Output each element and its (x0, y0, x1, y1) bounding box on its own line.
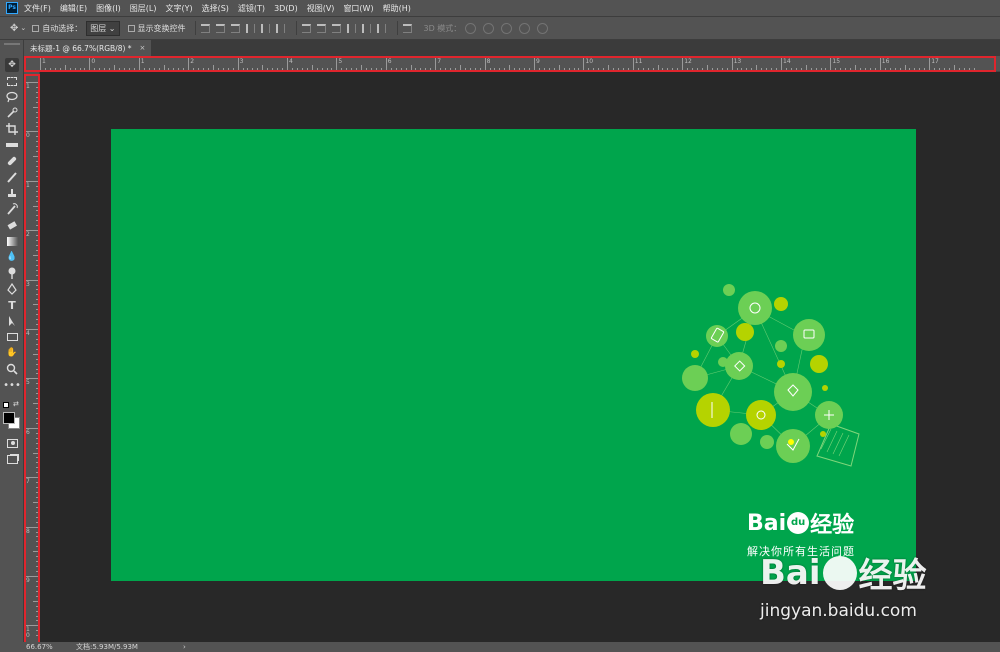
brush-icon[interactable] (5, 170, 19, 184)
default-colors-icon[interactable] (3, 402, 9, 408)
menu-3d[interactable]: 3D(D) (274, 4, 298, 13)
tools-panel: ✥ 💧 T ✋ ••• ⇄ (0, 40, 24, 642)
auto-select-dropdown[interactable]: 图层 ⌄ (86, 20, 120, 36)
logo-brand-jingyan: 经验 (810, 513, 855, 538)
divider (295, 21, 297, 35)
panel-grip[interactable] (4, 43, 20, 45)
mode-3d-label: 3D 模式： (423, 23, 462, 33)
zoom-icon[interactable] (5, 362, 19, 376)
divider (194, 21, 196, 35)
align-vcenter-icon[interactable] (215, 23, 225, 33)
auto-select-checkbox[interactable] (32, 24, 40, 32)
document-size-info: 文档:5.93M/5.93M (76, 643, 138, 651)
menu-view[interactable]: 视图(V) (307, 3, 335, 14)
move-icon[interactable]: ✥ (5, 58, 19, 72)
auto-select-label: 自动选择： (42, 23, 83, 33)
slide-3d-icon[interactable] (519, 22, 531, 34)
align-bottom-icon[interactable] (230, 23, 240, 33)
menu-image[interactable]: 图像(I) (96, 3, 121, 14)
distribute-left-icon[interactable] (346, 23, 356, 33)
drag-3d-icon[interactable] (501, 22, 513, 34)
healing-icon[interactable] (5, 154, 19, 168)
watermark-url: jingyan.baidu.com (760, 601, 917, 621)
more-icon[interactable]: ••• (3, 378, 21, 392)
chevron-right-icon[interactable]: › (183, 643, 186, 651)
ruler-icon[interactable] (5, 138, 19, 152)
close-icon[interactable]: × (140, 44, 146, 52)
scale-3d-icon[interactable] (537, 22, 549, 34)
gradient-icon[interactable] (5, 234, 19, 248)
distribute-hcenter-icon[interactable] (361, 23, 371, 33)
menu-window[interactable]: 窗口(W) (343, 3, 373, 14)
menu-filter[interactable]: 滤镜(T) (238, 3, 265, 14)
document-tab-title: 未标题-1 @ 66.7%(RGB/8) * (30, 43, 132, 53)
options-bar: ✥ ⌄ 自动选择： 图层 ⌄ 显示变换控件 3D 模式： (0, 16, 1000, 40)
chevron-down-icon[interactable]: ⌄ (20, 24, 26, 32)
stamp-icon[interactable] (5, 186, 19, 200)
lasso-icon[interactable] (5, 90, 19, 104)
swap-colors-icon[interactable]: ⇄ (13, 400, 19, 408)
type-icon[interactable]: T (5, 298, 19, 312)
move-tool-icon[interactable]: ✥ (10, 23, 18, 34)
screen-mode-icon[interactable] (5, 452, 19, 466)
eraser-icon[interactable] (5, 218, 19, 232)
rectangle-icon[interactable] (5, 330, 19, 344)
pen-icon[interactable] (5, 282, 19, 296)
divider (396, 21, 398, 35)
document-tab-bar: 未标题-1 @ 66.7%(RGB/8) * × (24, 40, 1000, 56)
paw-icon (822, 555, 857, 590)
paw-icon: du (787, 512, 810, 534)
menu-bar: Ps 文件(F) 编辑(E) 图像(I) 图层(L) 文字(Y) 选择(S) 滤… (0, 0, 1000, 16)
crop-icon[interactable] (5, 122, 19, 136)
align-right-icon[interactable] (275, 23, 285, 33)
document-canvas[interactable]: Bai du 经验 解决你所有生活问题 (111, 129, 916, 581)
lightbulb-network-illustration (682, 284, 860, 467)
ruler-highlight-box (24, 74, 40, 644)
menu-file[interactable]: 文件(F) (24, 3, 51, 14)
rotate-3d-icon[interactable] (465, 22, 477, 34)
distribute-bottom-icon[interactable] (331, 23, 341, 33)
blur-icon[interactable]: 💧 (5, 250, 19, 264)
zoom-level[interactable]: 66.67% (0, 643, 53, 651)
menu-help[interactable]: 帮助(H) (383, 3, 411, 14)
menu-select[interactable]: 选择(S) (202, 3, 229, 14)
ruler-highlight-box (24, 56, 996, 72)
distribute-vcenter-icon[interactable] (316, 23, 326, 33)
history-brush-icon[interactable] (5, 202, 19, 216)
path-select-icon[interactable] (5, 314, 19, 328)
watermark-brand-jingyan: 经验 (858, 556, 927, 596)
menu-layer[interactable]: 图层(L) (130, 3, 157, 14)
quick-mask-icon[interactable] (5, 436, 19, 450)
watermark-brand-bai: Bai (760, 552, 821, 593)
distribute-top-icon[interactable] (301, 23, 311, 33)
dodge-icon[interactable] (5, 266, 19, 280)
align-hcenter-icon[interactable] (260, 23, 270, 33)
show-transform-checkbox[interactable] (127, 24, 135, 32)
hand-icon[interactable]: ✋ (5, 346, 19, 360)
auto-align-icon[interactable] (402, 23, 412, 33)
menu-edit[interactable]: 编辑(E) (60, 3, 87, 14)
menu-type[interactable]: 文字(Y) (165, 3, 192, 14)
show-transform-label: 显示变换控件 (137, 23, 186, 33)
photoshop-logo-icon: Ps (6, 2, 18, 14)
align-top-icon[interactable] (200, 23, 210, 33)
distribute-right-icon[interactable] (376, 23, 386, 33)
foreground-color-swatch[interactable] (3, 412, 15, 424)
watermark: Bai 经验 jingyan.baidu.com (760, 548, 1000, 648)
logo-brand-bai: Bai (747, 510, 787, 536)
marquee-icon[interactable] (5, 74, 19, 88)
document-tab[interactable]: 未标题-1 @ 66.7%(RGB/8) * × (24, 40, 152, 56)
roll-3d-icon[interactable] (483, 22, 495, 34)
quick-select-icon[interactable] (5, 106, 19, 120)
align-left-icon[interactable] (245, 23, 255, 33)
